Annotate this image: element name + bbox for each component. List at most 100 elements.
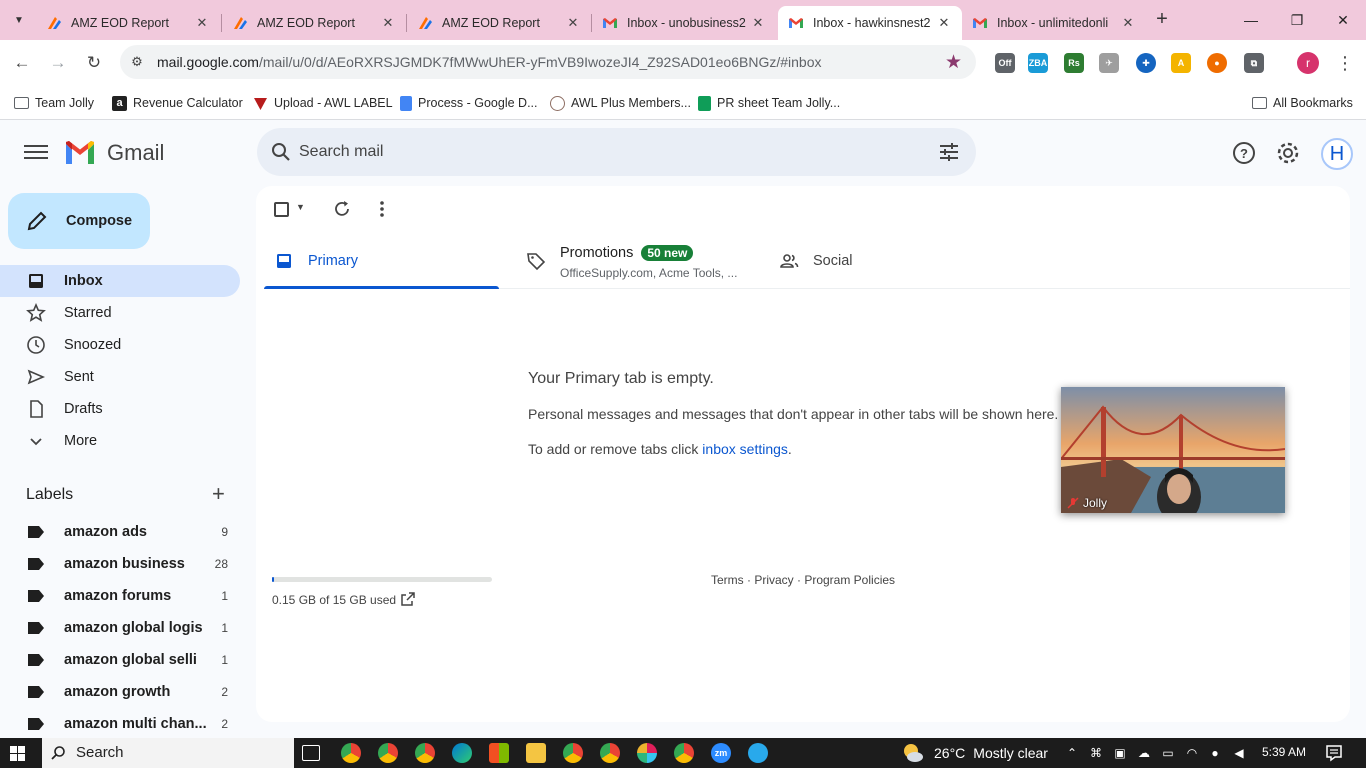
label-item[interactable]: amazon multi chan... 2 [0, 709, 240, 739]
close-tab-icon[interactable]: ✕ [1120, 15, 1136, 31]
system-clock[interactable]: 5:39 AM [1262, 745, 1306, 759]
plane-extension-icon[interactable]: ✈ [1099, 53, 1119, 73]
crosshair-extension-icon[interactable]: ✚ [1136, 53, 1156, 73]
gmail-logo-icon[interactable] [64, 140, 96, 166]
browser-tab-4[interactable]: Inbox - unobusiness2 ✕ [592, 6, 776, 40]
close-tab-icon[interactable]: ✕ [380, 15, 396, 31]
settings-gear-icon[interactable] [1275, 140, 1301, 166]
more-options-icon[interactable] [374, 199, 390, 219]
off-extension-icon[interactable]: Off [995, 53, 1015, 73]
bookmark-awl-plus-members[interactable]: AWL Plus Members... [550, 93, 691, 113]
select-all-checkbox[interactable] [274, 202, 289, 217]
bookmark-star-icon[interactable]: ★ [945, 51, 962, 74]
search-input[interactable] [299, 139, 899, 165]
nav-inbox[interactable]: Inbox [0, 265, 240, 297]
reload-icon[interactable]: ↻ [81, 50, 107, 76]
all-bookmarks-button[interactable]: All Bookmarks [1252, 93, 1353, 113]
orb-extension-icon[interactable]: ● [1207, 53, 1227, 73]
chrome-taskbar-icon[interactable] [674, 743, 694, 763]
label-item[interactable]: amazon business 28 [0, 549, 240, 579]
telegram-taskbar-icon[interactable] [748, 743, 768, 763]
forward-arrow-icon[interactable]: → [45, 50, 71, 76]
url-text[interactable]: mail.google.com/mail/u/0/d/AEoRXRSJGMDK7… [157, 54, 821, 70]
chevron-up-icon[interactable]: ⌃ [1064, 745, 1080, 761]
store-taskbar-icon[interactable] [489, 743, 509, 763]
battery-icon[interactable]: ▭ [1160, 745, 1176, 761]
browser-tab-1[interactable]: AMZ EOD Report ✕ [36, 6, 220, 40]
restore-window-icon[interactable]: ❐ [1284, 8, 1310, 32]
tab-promotions[interactable]: Promotions 50 new OfficeSupply.com, Acme … [516, 236, 751, 288]
close-tab-icon[interactable]: ✕ [194, 15, 210, 31]
nav-snoozed[interactable]: Snoozed [0, 329, 240, 361]
task-view-icon[interactable] [302, 745, 320, 761]
minimize-window-icon[interactable]: — [1238, 8, 1264, 32]
tab-social[interactable]: Social [769, 236, 1004, 288]
chrome-taskbar-icon[interactable] [341, 743, 361, 763]
label-item[interactable]: amazon forums 1 [0, 581, 240, 611]
label-item[interactable]: amazon global selli 1 [0, 645, 240, 675]
windows-start-icon[interactable] [10, 746, 25, 761]
chrome-taskbar-icon[interactable] [600, 743, 620, 763]
chrome-taskbar-icon-active[interactable] [555, 738, 591, 768]
edge-taskbar-icon[interactable] [452, 743, 472, 763]
camera-icon[interactable]: ▣ [1112, 745, 1128, 761]
close-window-icon[interactable]: ✕ [1330, 8, 1356, 32]
browser-tab-5-active[interactable]: Inbox - hawkinsnest2 ✕ [778, 6, 962, 40]
slack-taskbar-icon[interactable] [637, 743, 657, 763]
label-item[interactable]: amazon ads 9 [0, 517, 240, 547]
bookmark-upload-awl-label[interactable]: Upload - AWL LABEL [253, 93, 393, 113]
browser-tab-6[interactable]: Inbox - unlimitedonli ✕ [962, 6, 1146, 40]
browser-tab-3[interactable]: AMZ EOD Report ✕ [407, 6, 591, 40]
taskbar-search-box[interactable]: Search [42, 738, 294, 768]
browser-menu-icon[interactable]: ⋮ [1336, 52, 1354, 74]
open-in-new-icon[interactable] [400, 591, 416, 607]
compose-button[interactable]: Compose [8, 193, 150, 249]
chrome-taskbar-icon[interactable] [415, 743, 435, 763]
refresh-icon[interactable] [332, 199, 352, 219]
video-call-thumbnail[interactable]: Jolly [1061, 387, 1285, 513]
search-icon[interactable] [269, 140, 293, 164]
browser-profile-avatar[interactable]: r [1297, 52, 1319, 74]
microphone-icon[interactable]: ● [1207, 745, 1223, 761]
nav-drafts[interactable]: Drafts [0, 393, 240, 425]
bookmark-team-jolly[interactable]: Team Jolly [14, 93, 94, 113]
help-icon[interactable]: ? [1231, 140, 1257, 166]
wifi-icon[interactable]: ◠ [1184, 745, 1200, 761]
zba-extension-icon[interactable]: ZBA [1028, 53, 1048, 73]
inbox-settings-link[interactable]: inbox settings [702, 441, 788, 457]
nav-starred[interactable]: Starred [0, 297, 240, 329]
select-dropdown-caret-icon[interactable]: ▼ [296, 202, 305, 212]
onedrive-cloud-icon[interactable]: ☁ [1136, 745, 1152, 761]
account-avatar[interactable]: H [1321, 138, 1353, 170]
site-info-icon[interactable]: ⚙ [128, 53, 146, 71]
speaker-icon[interactable]: ◀ [1231, 745, 1247, 761]
tab-search-chevron-icon[interactable]: ▼ [6, 8, 32, 32]
close-tab-icon[interactable]: ✕ [565, 15, 581, 31]
rs-extension-icon[interactable]: Rs [1064, 53, 1084, 73]
bookmark-revenue-calculator[interactable]: a Revenue Calculator [112, 93, 243, 113]
close-tab-icon[interactable]: ✕ [750, 15, 766, 31]
browser-tab-2[interactable]: AMZ EOD Report ✕ [222, 6, 406, 40]
tab-primary[interactable]: Primary [264, 236, 499, 289]
network-devices-icon[interactable]: ⌘ [1088, 745, 1104, 761]
bookmark-pr-sheet[interactable]: PR sheet Team Jolly... [698, 93, 840, 113]
new-tab-button[interactable]: + [1150, 8, 1174, 32]
main-menu-icon[interactable] [22, 142, 50, 164]
footer-links[interactable]: Terms · Privacy · Program Policies [711, 573, 895, 587]
bookmark-process-google-doc[interactable]: Process - Google D... [400, 93, 538, 113]
address-bar[interactable]: ⚙ mail.google.com/mail/u/0/d/AEoRXRSJGMD… [120, 45, 976, 79]
accent-extension-icon[interactable]: A [1171, 53, 1191, 73]
notifications-icon[interactable] [1325, 744, 1343, 762]
label-item[interactable]: amazon global logis 1 [0, 613, 240, 643]
close-tab-icon[interactable]: ✕ [936, 15, 952, 31]
puzzle-extension-icon[interactable]: ⧉ [1244, 53, 1264, 73]
label-item[interactable]: amazon growth 2 [0, 677, 240, 707]
file-explorer-taskbar-icon[interactable] [526, 743, 546, 763]
chrome-taskbar-icon[interactable] [378, 743, 398, 763]
weather-widget[interactable]: 26°C Mostly clear [902, 742, 1048, 764]
search-options-icon[interactable] [938, 141, 960, 163]
nav-sent[interactable]: Sent [0, 361, 240, 393]
gmail-wordmark[interactable]: Gmail [107, 140, 164, 166]
back-arrow-icon[interactable]: ← [9, 50, 35, 76]
zoom-taskbar-icon[interactable]: zm [711, 743, 731, 763]
